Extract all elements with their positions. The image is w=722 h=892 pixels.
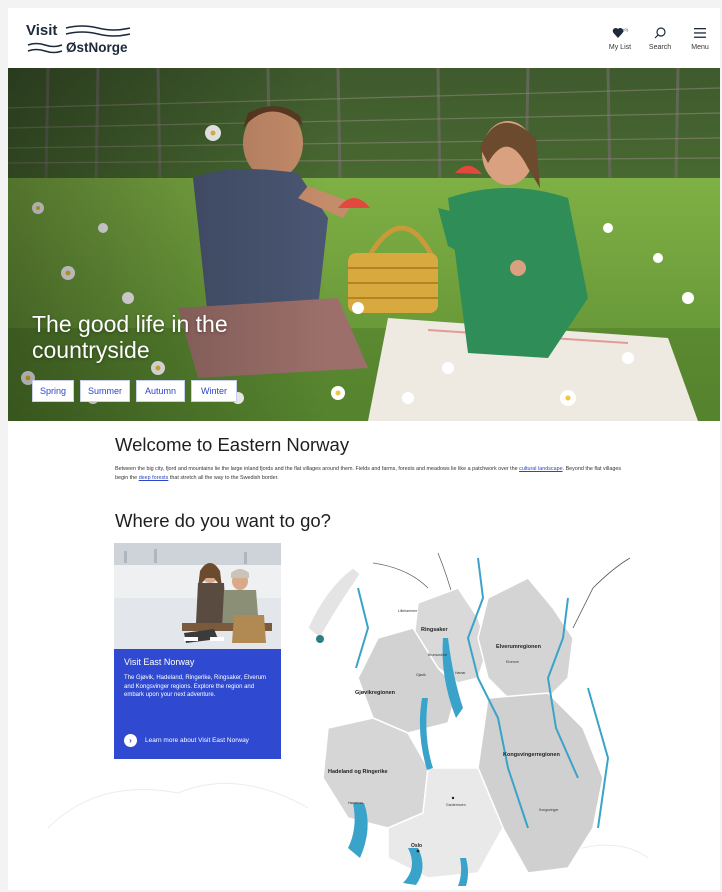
airport-marker bbox=[451, 796, 455, 800]
welcome-heading: Welcome to Eastern Norway bbox=[115, 434, 350, 455]
map-label-hadeland-og-ringerike: Hadeland og Ringerike bbox=[328, 769, 388, 775]
map-place-oslo: Oslo bbox=[411, 843, 422, 849]
map-place-brumunddal: Brumunddal bbox=[428, 653, 447, 657]
season-summer-button[interactable]: Summer bbox=[80, 380, 130, 402]
site-header: Visit ØstNorge (0) My List Search Menu bbox=[8, 8, 720, 68]
page: Visit ØstNorge (0) My List Search Menu T… bbox=[8, 8, 720, 890]
my-list-button[interactable]: (0) My List bbox=[600, 22, 640, 62]
welcome-text-part-3: that stretch all the way to the Swedish … bbox=[168, 475, 279, 481]
header-nav: (0) My List Search Menu bbox=[600, 22, 720, 62]
logo-wave-icon-2 bbox=[27, 42, 63, 54]
hero-banner: The good life in the countryside Spring … bbox=[8, 68, 720, 421]
map-place-gardermoen: Gardermoen bbox=[446, 803, 466, 807]
heart-icon: (0) bbox=[612, 22, 628, 44]
skating-couple-image bbox=[114, 543, 281, 649]
visit-east-norway-card[interactable]: Visit East Norway The Gjøvik, Hadeland, … bbox=[114, 543, 281, 759]
svg-text:(0): (0) bbox=[623, 27, 628, 32]
map-label-ringsaker: Ringsaker bbox=[421, 627, 448, 633]
logo-word-visit: Visit bbox=[26, 22, 58, 39]
hero-picnic-image bbox=[8, 68, 720, 421]
map-region-kongsvinger[interactable] bbox=[477, 692, 604, 874]
map-place-lillehammer: Lillehammer bbox=[398, 609, 418, 613]
season-selector: Spring Summer Autumn Winter bbox=[32, 380, 237, 402]
map-place-elverum: Elverum bbox=[506, 660, 519, 664]
menu-button[interactable]: Menu bbox=[680, 22, 720, 62]
menu-label: Menu bbox=[691, 44, 709, 51]
season-autumn-button[interactable]: Autumn bbox=[136, 380, 185, 402]
map-label-gjovikregionen: Gjøvikregionen bbox=[355, 690, 396, 696]
visit-ostnorge-logo[interactable]: Visit ØstNorge bbox=[26, 22, 156, 58]
map-place-gjovik: Gjøvik bbox=[416, 673, 426, 677]
map-label-elverumregionen: Elverumregionen bbox=[496, 644, 542, 650]
map-place-hamar: Hamar bbox=[455, 671, 466, 675]
search-button[interactable]: Search bbox=[640, 22, 680, 62]
map-region-elverum[interactable] bbox=[477, 577, 574, 704]
search-label: Search bbox=[648, 44, 672, 51]
card-description: The Gjøvik, Hadeland, Ringerike, Ringsak… bbox=[124, 675, 267, 698]
learn-more-label: Learn more about Visit East Norway bbox=[145, 737, 249, 744]
map-place-kongsvinger: Kongsvinger bbox=[539, 808, 559, 812]
hero-title: The good life in the countryside bbox=[32, 311, 228, 363]
learn-more-link[interactable]: › Learn more about Visit East Norway bbox=[124, 734, 249, 747]
season-spring-button[interactable]: Spring bbox=[32, 380, 74, 402]
search-icon bbox=[653, 22, 667, 44]
hamburger-menu-icon bbox=[693, 22, 707, 44]
card-title: Visit East Norway bbox=[124, 657, 195, 667]
season-winter-button[interactable]: Winter bbox=[191, 380, 237, 402]
inset-location-marker bbox=[316, 635, 324, 643]
logo-wave-icon bbox=[65, 25, 131, 37]
map-label-kongsvingerregionen: Kongsvingerregionen bbox=[503, 752, 560, 758]
deep-forests-link[interactable]: deep forests bbox=[139, 475, 169, 481]
welcome-text: Between the big city, fjord and mountain… bbox=[115, 465, 635, 483]
welcome-text-part-1: Between the big city, fjord and mountain… bbox=[115, 466, 520, 472]
map-place-honefoss: Hønefoss bbox=[348, 801, 363, 805]
cultural-landscape-link[interactable]: cultural landscape bbox=[519, 466, 562, 472]
my-list-label: My List bbox=[608, 44, 632, 51]
oslo-marker bbox=[416, 849, 420, 853]
welcome-section: Welcome to Eastern Norway Between the bi… bbox=[115, 434, 635, 483]
logo-word-ostnorge: ØstNorge bbox=[66, 40, 128, 55]
arrow-right-icon: › bbox=[124, 734, 137, 747]
